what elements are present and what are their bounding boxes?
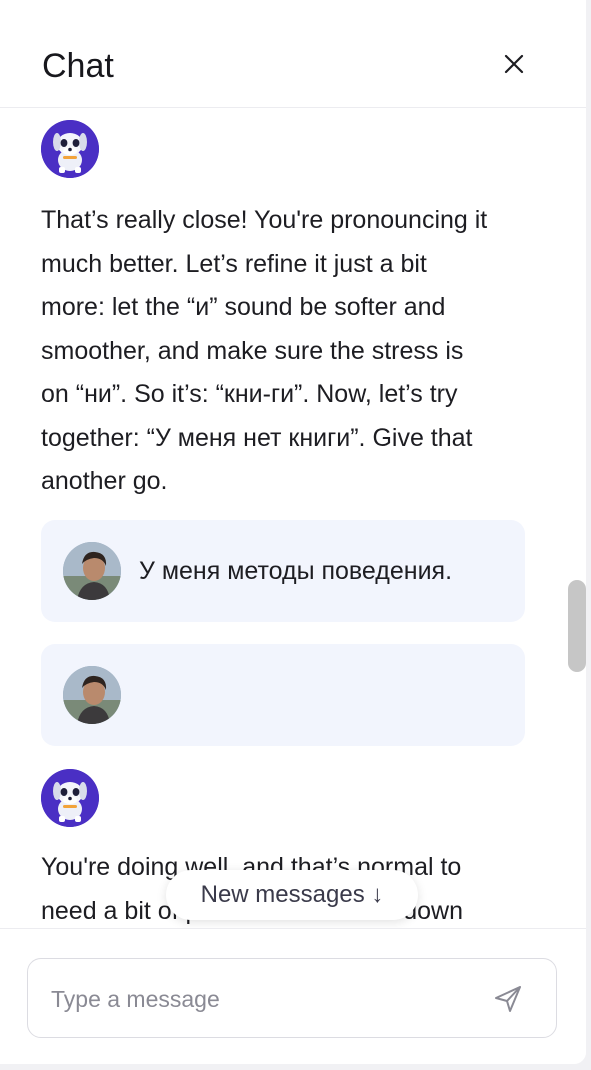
assistant-avatar bbox=[41, 120, 99, 178]
user-message bbox=[41, 644, 525, 746]
message-line: That’s really close! You're pronouncing … bbox=[41, 206, 488, 234]
chat-header: Chat bbox=[0, 0, 586, 108]
close-button[interactable] bbox=[497, 47, 531, 81]
scrollbar-thumb[interactable] bbox=[568, 580, 586, 672]
user-message-text: У меня методы поведения. bbox=[139, 557, 453, 585]
send-button[interactable] bbox=[492, 983, 524, 1015]
robot-dog-icon bbox=[41, 769, 99, 827]
assistant-avatar bbox=[41, 769, 99, 827]
message-line: another go. bbox=[41, 467, 168, 495]
message-line: much better. Let’s refine it just a bit bbox=[41, 249, 427, 278]
message-list[interactable]: That’s really close! You're pronouncing … bbox=[0, 109, 586, 927]
message-line: on “ни”. So it’s: “кни-ги”. Now, let’s t… bbox=[41, 380, 458, 408]
new-messages-button[interactable]: New messages ↓ bbox=[166, 870, 418, 920]
composer-bar bbox=[0, 928, 586, 1064]
message-line: smoother, and make sure the stress is bbox=[41, 336, 464, 365]
message-input[interactable] bbox=[49, 977, 473, 1021]
chat-title: Chat bbox=[42, 47, 114, 85]
assistant-message: That’s really close! You're pronouncing … bbox=[41, 199, 531, 504]
message-line: together: “У меня нет книги”. Give that bbox=[41, 423, 473, 452]
robot-dog-icon bbox=[41, 120, 99, 178]
send-icon bbox=[495, 986, 521, 1012]
user-photo-icon bbox=[63, 666, 121, 724]
message-line: more: let the “и” sound be softer and bbox=[41, 293, 446, 321]
user-photo-icon bbox=[63, 542, 121, 600]
chat-panel: Chat That’s really close! You're pronoun… bbox=[0, 0, 586, 1064]
user-message: У меня методы поведения. bbox=[41, 520, 525, 622]
user-avatar bbox=[63, 666, 121, 724]
user-avatar bbox=[63, 542, 121, 600]
message-input-box bbox=[27, 958, 557, 1038]
close-icon bbox=[504, 54, 524, 74]
